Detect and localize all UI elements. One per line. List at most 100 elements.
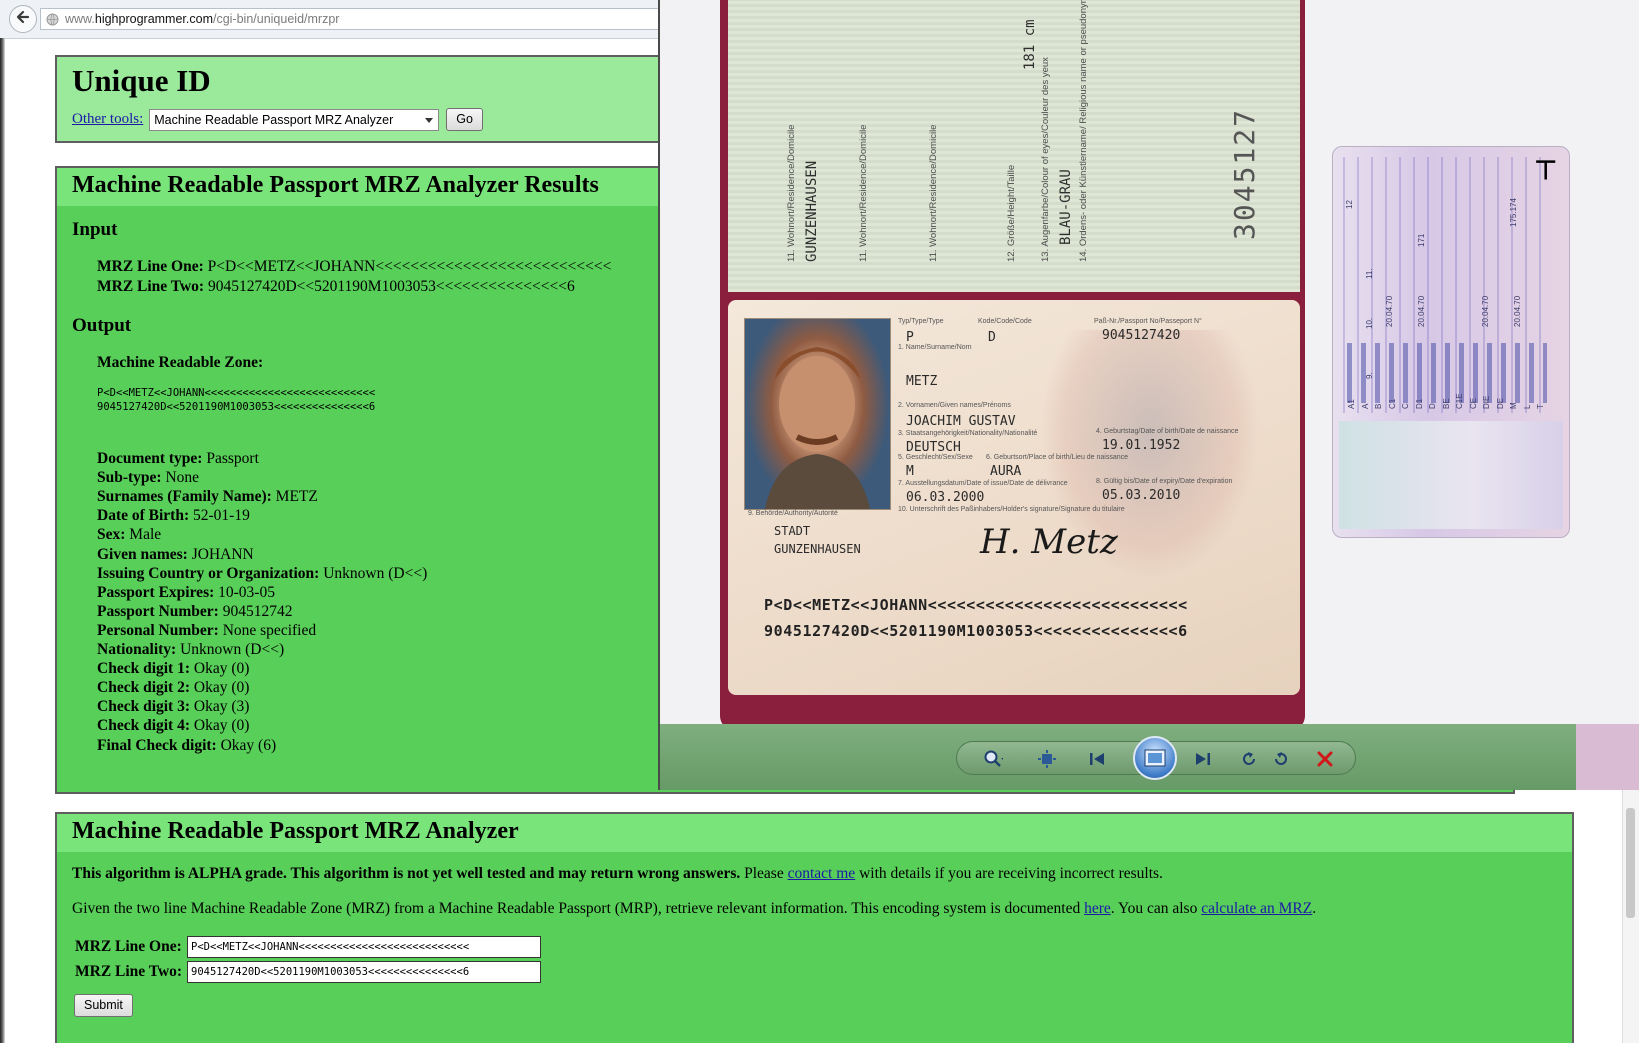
type-label: Typ/Type/Type <box>898 318 944 325</box>
residence-value: GUNZENHAUSEN <box>804 160 820 262</box>
output-field-value: METZ <box>275 488 318 506</box>
holder-portrait <box>744 318 891 510</box>
output-field: Passport Expires: 10-03-05 <box>97 584 275 602</box>
licence-label: 12 <box>1345 200 1354 209</box>
form-row-line-two: MRZ Line Two: 9045127420D<<5201190M10030… <box>75 961 541 983</box>
description-post: . <box>1312 900 1317 917</box>
dob-label: 4. Geburtstag/Date of birth/Date de nais… <box>1096 428 1239 435</box>
address-bar[interactable]: www.highprogrammer.com/cgi-bin/uniqueid/… <box>40 8 680 30</box>
licence-category: DIE <box>1482 395 1491 409</box>
submit-button[interactable]: Submit <box>74 994 133 1017</box>
output-field-value: Passport <box>206 450 259 467</box>
eyes-value: BLAU-GRAU <box>1058 169 1074 245</box>
eyes-label: 13. Augenfarbe/Colour of eyes/Couleur de… <box>1040 57 1051 262</box>
rotate-counterclockwise-icon[interactable] <box>1239 749 1259 769</box>
description-mid: . You can also <box>1110 900 1202 917</box>
alpha-warning-bold: This algorithm is ALPHA grade. This algo… <box>72 865 741 882</box>
rotate-clockwise-icon[interactable] <box>1271 749 1291 769</box>
output-field-value: None <box>165 469 200 487</box>
input-line-two-label: MRZ Line Two: <box>97 278 205 295</box>
analyzer-panel: Machine Readable Passport MRZ Analyzer T… <box>55 812 1574 1043</box>
output-field: Nationality: Unknown (D<<) <box>97 641 284 659</box>
output-field-label: Passport Expires: <box>97 583 215 601</box>
page-scrollbar[interactable] <box>1622 790 1639 1043</box>
passport-mrz-line-1: P<D<<METZ<<JOHANN<<<<<<<<<<<<<<<<<<<<<<<… <box>764 596 1188 614</box>
viewer-controls <box>956 736 1356 780</box>
next-icon[interactable] <box>1193 749 1213 769</box>
scrollbar-thumb[interactable] <box>1626 808 1635 918</box>
licence-date: 20.04.70 <box>1385 295 1394 327</box>
passport-top-page: 11. Wohnort/Residence/Domicile GUNZENHAU… <box>728 0 1300 292</box>
previous-icon[interactable] <box>1087 749 1107 769</box>
licence-lower-section <box>1339 421 1563 529</box>
url-domain: highprogrammer.com <box>94 12 213 26</box>
passport-no-value: 9045127420 <box>1102 328 1181 343</box>
other-tools-link[interactable]: Other tools: <box>72 111 143 128</box>
output-field-label: Sex: <box>97 526 126 544</box>
licence-date: 20.04.70 <box>1481 295 1490 327</box>
licence-category: A1 <box>1347 399 1356 409</box>
mrz-line-one-input[interactable]: P<D<<METZ<<JOHANN<<<<<<<<<<<<<<<<<<<<<<<… <box>187 936 541 958</box>
output-field-value: Unknown (D<<) <box>323 564 428 582</box>
output-field-value: None specified <box>222 621 317 639</box>
dob-value: 19.01.1952 <box>1102 438 1181 453</box>
given-names-label: 2. Vornamen/Given names/Prénoms <box>898 402 1011 409</box>
output-field-value: Okay (6) <box>220 736 277 754</box>
surname-label: 1. Name/Surname/Nom <box>898 344 972 351</box>
output-field: Issuing Country or Organization: Unknown… <box>97 565 427 583</box>
output-field: Final Check digit: Okay (6) <box>97 737 276 755</box>
fit-to-window-icon[interactable] <box>1037 749 1057 769</box>
mrz-line-one-label: MRZ Line One: <box>75 938 182 955</box>
viewer-edge-strip <box>1576 724 1639 790</box>
go-button[interactable]: Go <box>446 108 483 131</box>
licence-category: L <box>1522 404 1532 409</box>
output-field: Passport Number: 904512742 <box>97 603 292 621</box>
licence-category: C1E <box>1455 393 1464 409</box>
back-button[interactable] <box>9 5 37 33</box>
here-link[interactable]: here <box>1084 900 1111 917</box>
output-field: Check digit 3: Okay (3) <box>97 698 249 716</box>
slideshow-button[interactable] <box>1133 736 1177 780</box>
output-heading: Output <box>72 315 132 336</box>
mrz-line-two-label: MRZ Line Two: <box>75 963 183 980</box>
output-field-value: 52-01-19 <box>193 507 250 525</box>
back-arrow-icon <box>15 9 31 30</box>
mrz-line-two-input[interactable]: 9045127420D<<5201190M1003053<<<<<<<<<<<<… <box>187 961 541 983</box>
licence-category-bars <box>1347 343 1547 403</box>
given-names-value: JOACHIM GUSTAV <box>906 414 1016 429</box>
output-field-value: Okay (0) <box>193 679 250 697</box>
licence-date: 175.174 <box>1509 198 1518 227</box>
output-field: Date of Birth: 52-01-19 <box>97 507 250 525</box>
calculate-mrz-link[interactable]: calculate an MRZ <box>1201 900 1312 917</box>
mrz-zone-line-2: 9045127420D<<5201190M1003053<<<<<<<<<<<<… <box>97 401 376 413</box>
pob-value: AURA <box>990 464 1022 479</box>
output-field: Personal Number: None specified <box>97 622 316 640</box>
licence-label: 9. <box>1365 372 1374 379</box>
output-field-label: Personal Number: <box>97 621 219 639</box>
licence-category: B <box>1374 403 1383 409</box>
driving-licence-card: 1211.10.9.13.14.(D)20.04.7020.04.7020.04… <box>1332 146 1570 538</box>
alpha-warning: This algorithm is ALPHA grade. This algo… <box>72 865 1163 883</box>
output-field-label: Check digit 1: <box>97 660 190 678</box>
contact-me-link[interactable]: contact me <box>788 865 856 882</box>
code-value: D <box>988 330 996 345</box>
signature-label: 10. Unterschrift des Paßinhabers/Holder'… <box>898 506 1125 513</box>
passport-no-label: Paß-Nr./Passport No/Passeport N° <box>1094 318 1202 325</box>
licence-date: 20.04.70 <box>1513 295 1522 327</box>
zoom-icon[interactable] <box>983 749 1003 769</box>
licence-date: 20.04.70 <box>1417 295 1426 327</box>
output-field: Surnames (Family Name): METZ <box>97 488 318 506</box>
delete-icon[interactable] <box>1315 749 1335 769</box>
output-field-label: Given names: <box>97 545 188 563</box>
licence-logo-icon: ⊤ <box>1534 155 1557 185</box>
output-field-value: Unknown (D<<) <box>180 641 285 658</box>
form-row-line-one: MRZ Line One: P<D<<METZ<<JOHANN<<<<<<<<<… <box>75 936 541 958</box>
output-field-label: Check digit 3: <box>97 698 190 716</box>
sex-label: 5. Geschlecht/Sex/Sexe <box>898 454 973 461</box>
output-field-value: 904512742 <box>222 602 293 620</box>
tool-select[interactable]: Machine Readable Passport MRZ Analyzer <box>149 108 440 131</box>
input-line-two: MRZ Line Two: 9045127420D<<5201190M10030… <box>97 278 575 296</box>
nationality-label: 3. Staatsangehörigkeit/Nationality/Natio… <box>898 430 1038 437</box>
issue-date-label: 7. Ausstellungsdatum/Date of issue/Date … <box>898 480 1068 487</box>
output-field: Sex: Male <box>97 526 161 544</box>
